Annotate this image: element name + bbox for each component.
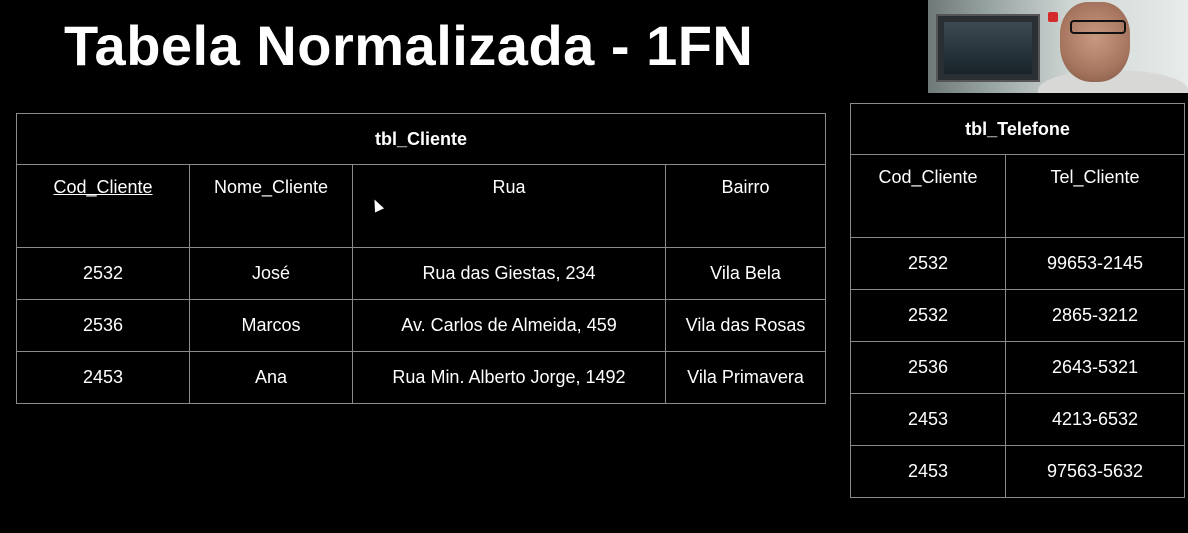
cell-cod-cliente: 2532 xyxy=(16,247,190,300)
table-row: 2453 Ana Rua Min. Alberto Jorge, 1492 Vi… xyxy=(16,351,827,404)
cell-bairro: Vila das Rosas xyxy=(664,299,827,352)
presenter-glasses xyxy=(1070,20,1126,34)
cell-cod-cliente: 2453 xyxy=(850,445,1006,498)
cell-cod-cliente: 2536 xyxy=(850,341,1006,394)
cell-rua: Av. Carlos de Almeida, 459 xyxy=(352,299,666,352)
column-header-cod-cliente: Cod_Cliente xyxy=(850,154,1006,238)
cell-bairro: Vila Primavera xyxy=(664,351,827,404)
cell-tel-cliente: 97563-5632 xyxy=(1005,445,1185,498)
cell-rua: Rua Min. Alberto Jorge, 1492 xyxy=(352,351,666,404)
cell-tel-cliente: 4213-6532 xyxy=(1005,393,1185,446)
background-monitor xyxy=(936,14,1040,82)
table-row: 2536 Marcos Av. Carlos de Almeida, 459 V… xyxy=(16,299,827,352)
table-row: 2453 97563-5632 xyxy=(850,445,1185,498)
cell-cod-cliente: 2453 xyxy=(850,393,1006,446)
column-header-nome-cliente: Nome_Cliente xyxy=(189,164,353,248)
table-row: 2453 4213-6532 xyxy=(850,393,1185,446)
column-header-bairro: Bairro xyxy=(664,164,827,248)
presenter-head xyxy=(1060,2,1130,82)
table-name: tbl_Telefone xyxy=(850,103,1185,155)
cell-cod-cliente: 2532 xyxy=(850,289,1006,342)
cell-cod-cliente: 2532 xyxy=(850,237,1006,290)
column-header-rua: Rua xyxy=(352,164,666,248)
cell-bairro: Vila Bela xyxy=(664,247,827,300)
tbl-cliente-table: tbl_Cliente Cod_Cliente Nome_Cliente Rua… xyxy=(15,113,827,404)
webcam-thumbnail xyxy=(928,0,1188,93)
table-row: 2532 José Rua das Giestas, 234 Vila Bela xyxy=(16,247,827,300)
table-row: 2532 99653-2145 xyxy=(850,237,1185,290)
cell-tel-cliente: 2643-5321 xyxy=(1005,341,1185,394)
slide-title: Tabela Normalizada - 1FN xyxy=(64,14,754,77)
cell-nome-cliente: Ana xyxy=(189,351,353,404)
column-header-tel-cliente: Tel_Cliente xyxy=(1005,154,1185,238)
cell-cod-cliente: 2536 xyxy=(16,299,190,352)
cell-nome-cliente: Marcos xyxy=(189,299,353,352)
column-header-cod-cliente: Cod_Cliente xyxy=(16,164,190,248)
cell-rua: Rua das Giestas, 234 xyxy=(352,247,666,300)
tbl-telefone-table: tbl_Telefone Cod_Cliente Tel_Cliente 253… xyxy=(850,103,1185,498)
cell-cod-cliente: 2453 xyxy=(16,351,190,404)
table-row: 2536 2643-5321 xyxy=(850,341,1185,394)
table-name: tbl_Cliente xyxy=(15,113,827,165)
cell-tel-cliente: 99653-2145 xyxy=(1005,237,1185,290)
cell-tel-cliente: 2865-3212 xyxy=(1005,289,1185,342)
cell-nome-cliente: José xyxy=(189,247,353,300)
table-row: 2532 2865-3212 xyxy=(850,289,1185,342)
